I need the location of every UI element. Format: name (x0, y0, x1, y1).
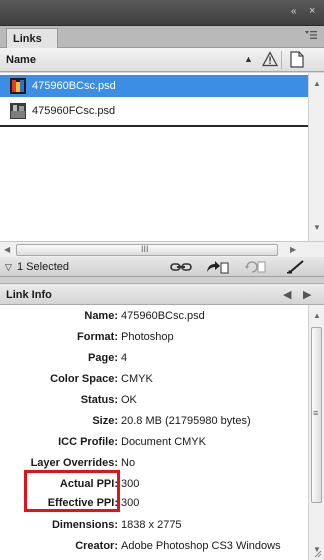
list-item-filename: 475960FCsc.psd (32, 105, 116, 117)
info-row-name: Name: 475960BCsc.psd (0, 307, 308, 327)
link-info-title[interactable]: Link Info (6, 289, 52, 301)
header-divider (281, 51, 282, 69)
info-label: ICC Profile: (58, 436, 118, 448)
info-value: OK (121, 394, 137, 406)
previous-link-icon[interactable]: ◀ (283, 288, 291, 301)
link-info-panel: Name: 475960BCsc.psd Format: Photoshop P… (0, 305, 308, 560)
scroll-grip: ≡ (313, 408, 319, 418)
scroll-down-icon[interactable]: ▼ (313, 223, 321, 232)
vertical-scroll-thumb[interactable]: ≡ (311, 327, 322, 503)
info-value: 475960BCsc.psd (121, 310, 205, 322)
scroll-grip: III (141, 244, 149, 254)
info-label: Actual PPI: (59, 478, 118, 490)
panel-tab-strip: Links (0, 26, 324, 48)
info-value: 20.8 MB (21795980 bytes) (121, 415, 251, 427)
info-row-layer-overrides: Layer Overrides: No (0, 454, 308, 474)
selection-count: 1 Selected (17, 261, 69, 273)
list-item[interactable]: 475960BCsc.psd (0, 75, 308, 97)
scroll-left-icon[interactable]: ◀ (4, 245, 10, 254)
next-link-icon[interactable]: ▶ (303, 288, 311, 301)
scroll-right-icon[interactable]: ▶ (290, 245, 296, 254)
warning-icon[interactable] (262, 51, 278, 67)
info-value: 300 (121, 478, 140, 490)
resize-grip-icon[interactable] (312, 548, 322, 558)
image-thumbnail-icon (10, 103, 26, 119)
horizontal-scroll-thumb[interactable]: III (16, 244, 278, 256)
info-row-creator: Creator: Adobe Photoshop CS3 Windows (0, 537, 308, 557)
go-to-link-icon[interactable] (205, 260, 229, 274)
info-label: Layer Overrides: (30, 457, 118, 469)
info-value: Document CMYK (121, 436, 206, 448)
info-row-color-space: Color Space: CMYK (0, 370, 308, 390)
tab-links[interactable]: Links (6, 28, 58, 48)
info-row-actual-ppi: Actual PPI: 300 (0, 475, 308, 495)
info-label: Dimensions: (51, 519, 118, 531)
update-link-icon[interactable] (244, 260, 266, 274)
info-label: Format: (77, 331, 118, 343)
info-row-format: Format: Photoshop (0, 328, 308, 348)
links-list-horizontal-scrollbar[interactable]: ◀ III ▶ (0, 241, 324, 257)
image-thumbnail-icon (10, 78, 26, 94)
link-info-header: Link Info ◀ ▶ (0, 283, 324, 305)
disclosure-triangle-icon[interactable]: ▽ (5, 262, 12, 273)
info-label: Creator: (75, 540, 118, 552)
page-icon[interactable] (290, 51, 304, 68)
info-row-dimensions: Dimensions: 1838 x 2775 (0, 516, 308, 536)
info-value: 300 (121, 497, 140, 509)
links-status-bar: ▽ 1 Selected (0, 257, 324, 277)
scroll-up-icon[interactable]: ▲ (313, 79, 321, 88)
info-value: CMYK (121, 373, 153, 385)
links-list-vertical-scrollbar[interactable]: ▲ ▼ (308, 73, 324, 241)
links-list: 475960BCsc.psd 475960FCsc.psd (0, 73, 324, 241)
info-label: Status: (80, 394, 118, 406)
info-row-status: Status: OK (0, 391, 308, 411)
info-value: Adobe Photoshop CS3 Windows (121, 540, 281, 552)
panel-menu-icon[interactable] (304, 30, 318, 43)
double-chevron-left-icon[interactable]: « (291, 7, 297, 17)
info-value: 1838 x 2775 (121, 519, 182, 531)
panel-title-bar: « × (0, 0, 324, 26)
relink-icon[interactable] (170, 260, 192, 274)
link-info-vertical-scrollbar[interactable]: ▲ ≡ ▼ (308, 305, 324, 560)
list-item-filename: 475960BCsc.psd (32, 80, 116, 92)
info-value: No (121, 457, 136, 469)
edit-original-icon[interactable] (286, 260, 308, 274)
column-header-name[interactable]: Name (6, 54, 36, 66)
info-row-icc-profile: ICC Profile: Document CMYK (0, 433, 308, 453)
sort-ascending-icon[interactable]: ▲ (244, 54, 253, 64)
info-label: Effective PPI: (47, 497, 118, 509)
close-icon[interactable]: × (309, 6, 315, 17)
list-item[interactable]: 475960FCsc.psd (0, 100, 308, 122)
info-row-size: Size: 20.8 MB (21795980 bytes) (0, 412, 308, 432)
info-label: Size: (92, 415, 118, 427)
info-label: Page: (88, 352, 118, 364)
info-value: Photoshop (121, 331, 174, 343)
info-row-page: Page: 4 (0, 349, 308, 369)
info-value: 4 (121, 352, 128, 364)
info-label: Name: (84, 310, 118, 322)
info-row-effective-ppi: Effective PPI: 300 (0, 494, 308, 514)
links-list-header: Name ▲ (0, 48, 324, 72)
list-divider (0, 125, 308, 127)
info-label: Color Space: (50, 373, 118, 385)
scroll-up-icon[interactable]: ▲ (313, 311, 321, 320)
